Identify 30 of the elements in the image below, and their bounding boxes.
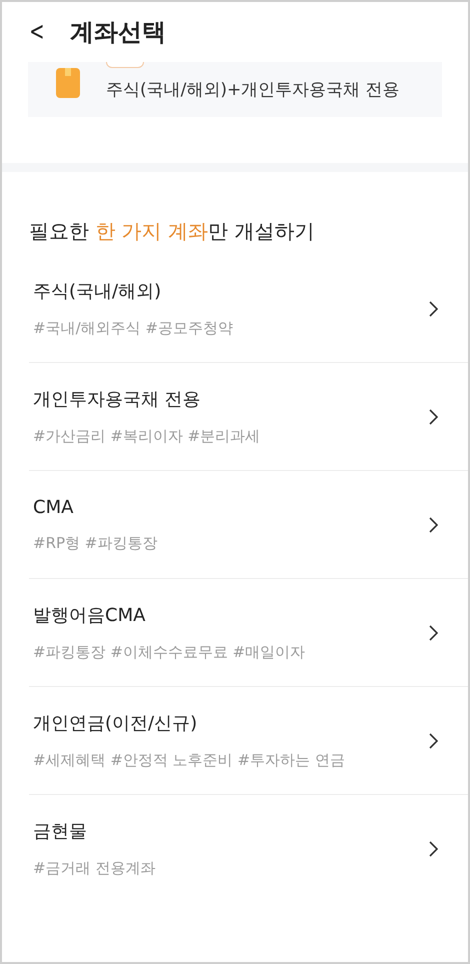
account-item[interactable]: 금현물 #금거래 전용계좌 [29,795,468,902]
chevron-right-icon [429,840,438,856]
account-name: 개인투자용국채 전용 [33,388,202,411]
account-tags: #파킹통장 #이체수수료무료 #매일이자 [33,643,306,662]
account-item[interactable]: 발행어음CMA #파킹통장 #이체수수료무료 #매일이자 [29,579,468,687]
account-name: 개인연금(이전/신규) [33,712,198,735]
account-card[interactable]: 주식(국내/해외)+개인투자용국채 전용 [28,62,442,117]
account-tags: #RP형 #파킹통장 [33,534,158,552]
account-name: 발행어음CMA [33,604,146,627]
account-name: 금현물 [33,820,88,843]
back-button[interactable]: < [26,17,48,47]
section-heading: 필요한 한 가지 계좌만 개설하기 [29,218,316,245]
account-tags: #세제혜택 #안정적 노후준비 #투자하는 연금 [33,751,345,770]
chevron-right-icon [429,300,438,316]
folder-icon [56,68,80,98]
account-name: CMA [33,496,74,518]
account-tags: #금거래 전용계좌 [33,859,156,878]
card-text: 주식(국내/해외)+개인투자용국채 전용 [106,79,400,101]
account-tags: #가산금리 #복리이자 #분리과세 [33,427,260,446]
account-name: 주식(국내/해외) [33,280,162,303]
chevron-right-icon [429,732,438,748]
account-item[interactable]: 개인연금(이전/신규) #세제혜택 #안정적 노후준비 #투자하는 연금 [29,687,468,795]
account-tags: #국내/해외주식 #공모주청약 [33,319,233,338]
chevron-right-icon [429,408,438,424]
chevron-right-icon [429,516,438,532]
account-item[interactable]: 주식(국내/해외) #국내/해외주식 #공모주청약 [29,255,468,363]
account-item[interactable]: CMA #RP형 #파킹통장 [29,471,468,579]
account-item[interactable]: 개인투자용국채 전용 #가산금리 #복리이자 #분리과세 [29,363,468,471]
chevron-right-icon [429,624,438,640]
page-title: 계좌선택 [70,17,166,48]
